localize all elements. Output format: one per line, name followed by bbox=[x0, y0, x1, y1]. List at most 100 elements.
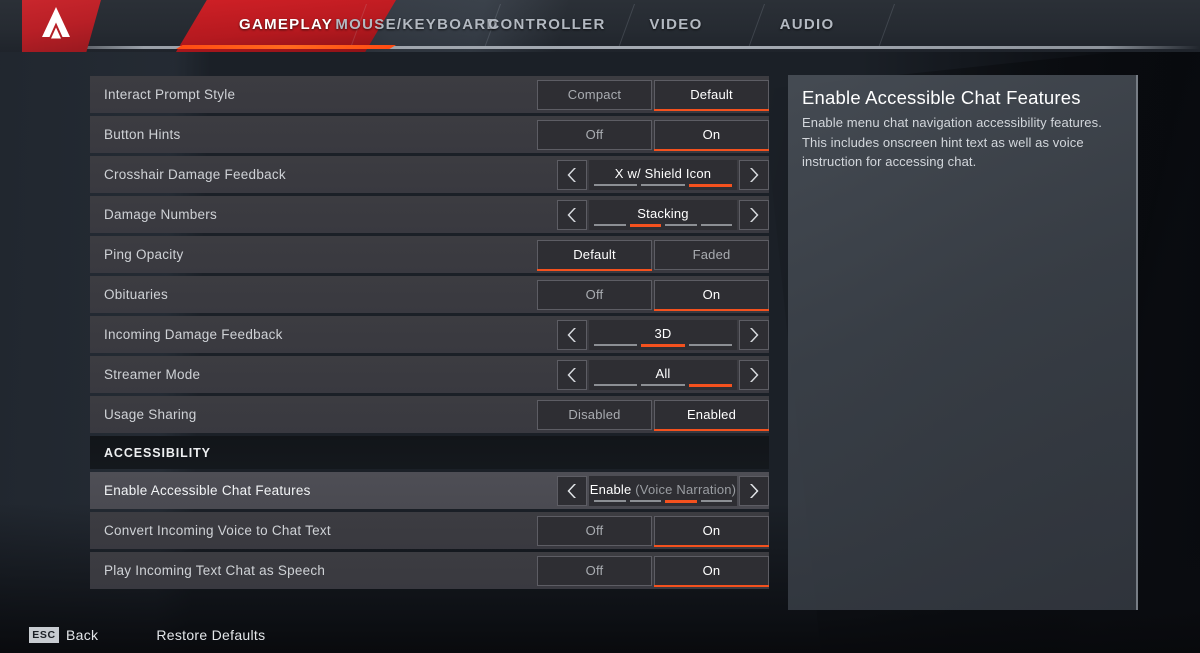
chevron-right-icon[interactable] bbox=[739, 199, 769, 230]
step-tick bbox=[594, 499, 626, 502]
toggle-option-on[interactable]: On bbox=[654, 279, 769, 311]
toggle-option-off[interactable]: Off bbox=[537, 279, 652, 310]
selector-value-box[interactable]: All bbox=[589, 359, 737, 390]
chevron-left-icon[interactable] bbox=[557, 319, 587, 350]
setting-control: 3D bbox=[557, 316, 769, 353]
setting-row-interact-prompt-style[interactable]: Interact Prompt Style Compact Default bbox=[90, 76, 769, 113]
setting-control: Off On bbox=[537, 116, 769, 153]
selector-value: Enable (Voice Narration) bbox=[590, 482, 736, 497]
chevron-right-icon[interactable] bbox=[739, 159, 769, 190]
toggle-option-enabled[interactable]: Enabled bbox=[654, 399, 769, 431]
toggle-option-default[interactable]: Default bbox=[654, 79, 769, 111]
selector-step-indicator bbox=[594, 223, 732, 227]
setting-control: Off On bbox=[537, 552, 769, 589]
setting-row-incoming-damage-feedback[interactable]: Incoming Damage Feedback 3D bbox=[90, 316, 769, 353]
setting-row-crosshair-damage-feedback[interactable]: Crosshair Damage Feedback X w/ Shield Ic… bbox=[90, 156, 769, 193]
toggle-group: Compact Default bbox=[537, 79, 769, 111]
toggle-option-on[interactable]: On bbox=[654, 119, 769, 151]
selector-group: All bbox=[557, 359, 769, 390]
setting-row-play-incoming-text-chat-as-speech[interactable]: Play Incoming Text Chat as Speech Off On bbox=[90, 552, 769, 589]
setting-control: Stacking bbox=[557, 196, 769, 233]
setting-label: Enable Accessible Chat Features bbox=[104, 483, 311, 498]
setting-row-ping-opacity[interactable]: Ping Opacity Default Faded bbox=[90, 236, 769, 273]
step-tick bbox=[594, 183, 638, 186]
toggle-group: Disabled Enabled bbox=[537, 399, 769, 431]
step-tick bbox=[688, 343, 732, 346]
chevron-left-icon[interactable] bbox=[557, 359, 587, 390]
section-header-label: ACCESSIBILITY bbox=[104, 445, 211, 460]
step-tick bbox=[629, 499, 661, 502]
setting-control: Default Faded bbox=[537, 236, 769, 273]
toggle-group: Off On bbox=[537, 279, 769, 311]
setting-label: Obituaries bbox=[104, 287, 169, 302]
setting-row-obituaries[interactable]: Obituaries Off On bbox=[90, 276, 769, 313]
toggle-group: Off On bbox=[537, 515, 769, 547]
setting-row-convert-incoming-voice-to-chat-text[interactable]: Convert Incoming Voice to Chat Text Off … bbox=[90, 512, 769, 549]
setting-description-panel: Enable Accessible Chat Features Enable m… bbox=[788, 75, 1138, 610]
selector-value-box[interactable]: X w/ Shield Icon bbox=[589, 159, 737, 190]
step-tick-active bbox=[688, 183, 732, 187]
selector-step-indicator bbox=[594, 383, 732, 387]
selector-value-box[interactable]: 3D bbox=[589, 319, 737, 350]
chevron-left-icon[interactable] bbox=[557, 159, 587, 190]
selector-value: 3D bbox=[654, 325, 672, 341]
chevron-left-icon[interactable] bbox=[557, 199, 587, 230]
setting-label: Convert Incoming Voice to Chat Text bbox=[104, 523, 331, 538]
back-button[interactable]: Back bbox=[66, 627, 98, 643]
setting-row-button-hints[interactable]: Button Hints Off On bbox=[90, 116, 769, 153]
setting-control: Off On bbox=[537, 276, 769, 313]
setting-control: Off On bbox=[537, 512, 769, 549]
chevron-right-icon[interactable] bbox=[739, 319, 769, 350]
tab-audio[interactable]: AUDIO bbox=[768, 0, 846, 52]
toggle-option-compact[interactable]: Compact bbox=[537, 79, 652, 110]
toggle-option-default[interactable]: Default bbox=[537, 239, 652, 271]
setting-label: Crosshair Damage Feedback bbox=[104, 167, 286, 182]
setting-row-usage-sharing[interactable]: Usage Sharing Disabled Enabled bbox=[90, 396, 769, 433]
restore-defaults-button[interactable]: Restore Defaults bbox=[156, 627, 265, 643]
selector-value: Stacking bbox=[637, 205, 689, 221]
setting-control: All bbox=[557, 356, 769, 393]
step-tick bbox=[641, 383, 685, 386]
selector-value-box[interactable]: Stacking bbox=[589, 199, 737, 230]
toggle-option-faded[interactable]: Faded bbox=[654, 239, 769, 270]
step-tick-active bbox=[665, 499, 697, 503]
setting-label: Damage Numbers bbox=[104, 207, 218, 222]
tab-mouse-keyboard[interactable]: MOUSE/KEYBOARD bbox=[335, 0, 497, 52]
toggle-option-off[interactable]: Off bbox=[537, 119, 652, 150]
selector-value-box[interactable]: Enable (Voice Narration) bbox=[589, 475, 737, 506]
setting-control: X w/ Shield Icon bbox=[557, 156, 769, 193]
setting-label: Interact Prompt Style bbox=[104, 87, 236, 102]
selector-step-indicator bbox=[594, 343, 732, 347]
setting-row-enable-accessible-chat-features[interactable]: Enable Accessible Chat Features Enable (… bbox=[90, 472, 769, 509]
chevron-right-icon[interactable] bbox=[739, 475, 769, 506]
tab-controller[interactable]: CONTROLLER bbox=[488, 0, 605, 52]
selector-group: X w/ Shield Icon bbox=[557, 159, 769, 190]
settings-list: Interact Prompt Style Compact Default Bu… bbox=[90, 76, 769, 592]
setting-control: Compact Default bbox=[537, 76, 769, 113]
setting-label: Incoming Damage Feedback bbox=[104, 327, 283, 342]
selector-group: Stacking bbox=[557, 199, 769, 230]
toggle-option-on[interactable]: On bbox=[654, 555, 769, 587]
selector-value: All bbox=[655, 365, 671, 381]
tab-video[interactable]: VIDEO bbox=[638, 0, 714, 52]
toggle-option-off[interactable]: Off bbox=[537, 555, 652, 586]
chevron-right-icon[interactable] bbox=[739, 359, 769, 390]
setting-description-body: Enable menu chat navigation accessibilit… bbox=[802, 115, 1102, 169]
toggle-option-on[interactable]: On bbox=[654, 515, 769, 547]
toggle-group: Off On bbox=[537, 555, 769, 587]
selector-value-suffix: (Voice Narration) bbox=[635, 481, 737, 497]
setting-row-damage-numbers[interactable]: Damage Numbers Stacking bbox=[90, 196, 769, 233]
step-tick bbox=[700, 223, 732, 226]
selector-group: 3D bbox=[557, 319, 769, 350]
toggle-option-disabled[interactable]: Disabled bbox=[537, 399, 652, 430]
step-tick bbox=[641, 183, 685, 186]
setting-control: Disabled Enabled bbox=[537, 396, 769, 433]
selector-step-indicator bbox=[594, 183, 732, 187]
toggle-option-off[interactable]: Off bbox=[537, 515, 652, 546]
selector-group: Enable (Voice Narration) bbox=[557, 475, 769, 506]
setting-row-streamer-mode[interactable]: Streamer Mode All bbox=[90, 356, 769, 393]
step-tick bbox=[594, 223, 626, 226]
tab-gameplay[interactable]: GAMEPLAY bbox=[218, 0, 354, 52]
chevron-left-icon[interactable] bbox=[557, 475, 587, 506]
selector-step-indicator bbox=[594, 499, 732, 503]
